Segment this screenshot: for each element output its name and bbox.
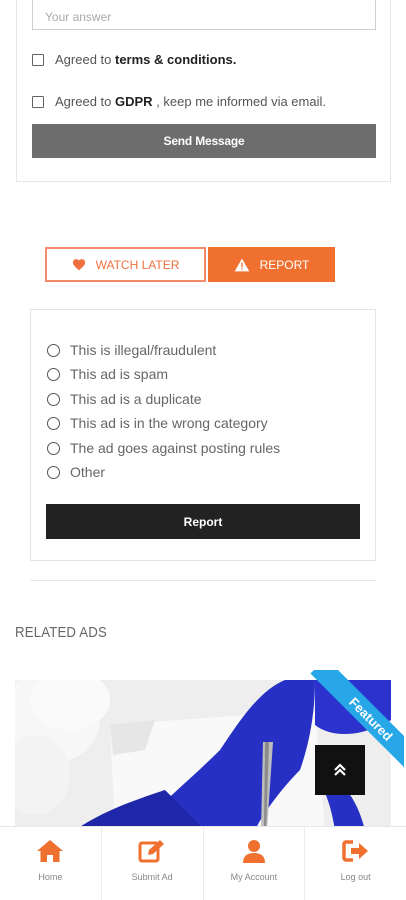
nav-item-my-account[interactable]: My Account: [204, 827, 306, 900]
nav-item-log-out[interactable]: Log out: [305, 827, 406, 900]
send-message-button[interactable]: Send Message: [32, 124, 376, 158]
nav-item-home[interactable]: Home: [0, 827, 102, 900]
reason-radio[interactable]: [47, 392, 60, 406]
reason-option[interactable]: The ad goes against posting rules: [47, 440, 280, 456]
reason-radio[interactable]: [47, 416, 60, 430]
warning-icon: [234, 258, 249, 271]
answer-input[interactable]: [32, 0, 376, 30]
watch-later-label: WATCH LATER: [95, 257, 180, 272]
reason-option[interactable]: This ad is a duplicate: [47, 391, 202, 407]
edit-icon: [138, 840, 165, 863]
nav-label-submit-ad: Submit Ad: [131, 872, 173, 882]
nav-label-home: Home: [38, 872, 63, 882]
reason-radio[interactable]: [47, 465, 60, 479]
logout-icon: [341, 840, 368, 862]
home-icon: [37, 840, 64, 862]
double-chevron-up-icon: [334, 763, 346, 776]
report-submit-button[interactable]: Report: [46, 504, 360, 539]
bottom-nav: Home Submit Ad My Account Log out: [0, 826, 406, 900]
contact-form-card: Agreed to terms & conditions. Agreed to …: [16, 0, 391, 182]
reason-radio[interactable]: [47, 343, 60, 357]
reason-label: The ad goes against posting rules: [70, 440, 281, 456]
reason-radio[interactable]: [47, 367, 60, 381]
reason-option[interactable]: This ad is spam: [47, 366, 168, 382]
reason-label: This ad is spam: [70, 366, 169, 382]
nav-item-submit-ad[interactable]: Submit Ad: [102, 827, 204, 900]
reason-option[interactable]: This ad is in the wrong category: [47, 415, 268, 431]
gdpr-prefix: Agreed to: [55, 94, 112, 109]
reason-label: This ad is a duplicate: [70, 391, 202, 407]
report-toggle-label: REPORT: [259, 257, 310, 272]
reason-label: This ad is in the wrong category: [70, 415, 268, 431]
heart-icon: [72, 259, 85, 271]
terms-checkbox-row[interactable]: Agreed to terms & conditions.: [32, 52, 236, 67]
related-ads-heading: RELATED ADS: [15, 624, 107, 641]
user-icon: [242, 840, 265, 863]
reason-option[interactable]: Other: [47, 464, 105, 480]
gdpr-suffix: , keep me informed via email.: [156, 94, 326, 109]
reason-label: This is illegal/fraudulent: [70, 342, 217, 358]
nav-label-my-account: My Account: [230, 872, 278, 882]
terms-checkbox[interactable]: [32, 53, 44, 66]
nav-label-log-out: Log out: [340, 872, 371, 882]
section-divider: [30, 580, 376, 581]
report-toggle-button[interactable]: REPORT: [208, 247, 335, 282]
gdpr-label: GDPR: [115, 94, 153, 109]
terms-link[interactable]: terms & conditions.: [115, 52, 236, 67]
report-reasons-card: This is illegal/fraudulent This ad is sp…: [30, 309, 376, 561]
reason-label: Other: [70, 464, 106, 480]
reason-option[interactable]: This is illegal/fraudulent: [47, 342, 216, 358]
watch-later-button[interactable]: WATCH LATER: [45, 247, 206, 282]
gdpr-checkbox[interactable]: [32, 95, 44, 108]
scroll-to-top-button[interactable]: [315, 745, 365, 795]
terms-prefix: Agreed to: [55, 52, 112, 67]
reason-radio[interactable]: [47, 441, 60, 455]
gdpr-checkbox-row[interactable]: Agreed to GDPR , keep me informed via em…: [32, 94, 326, 109]
